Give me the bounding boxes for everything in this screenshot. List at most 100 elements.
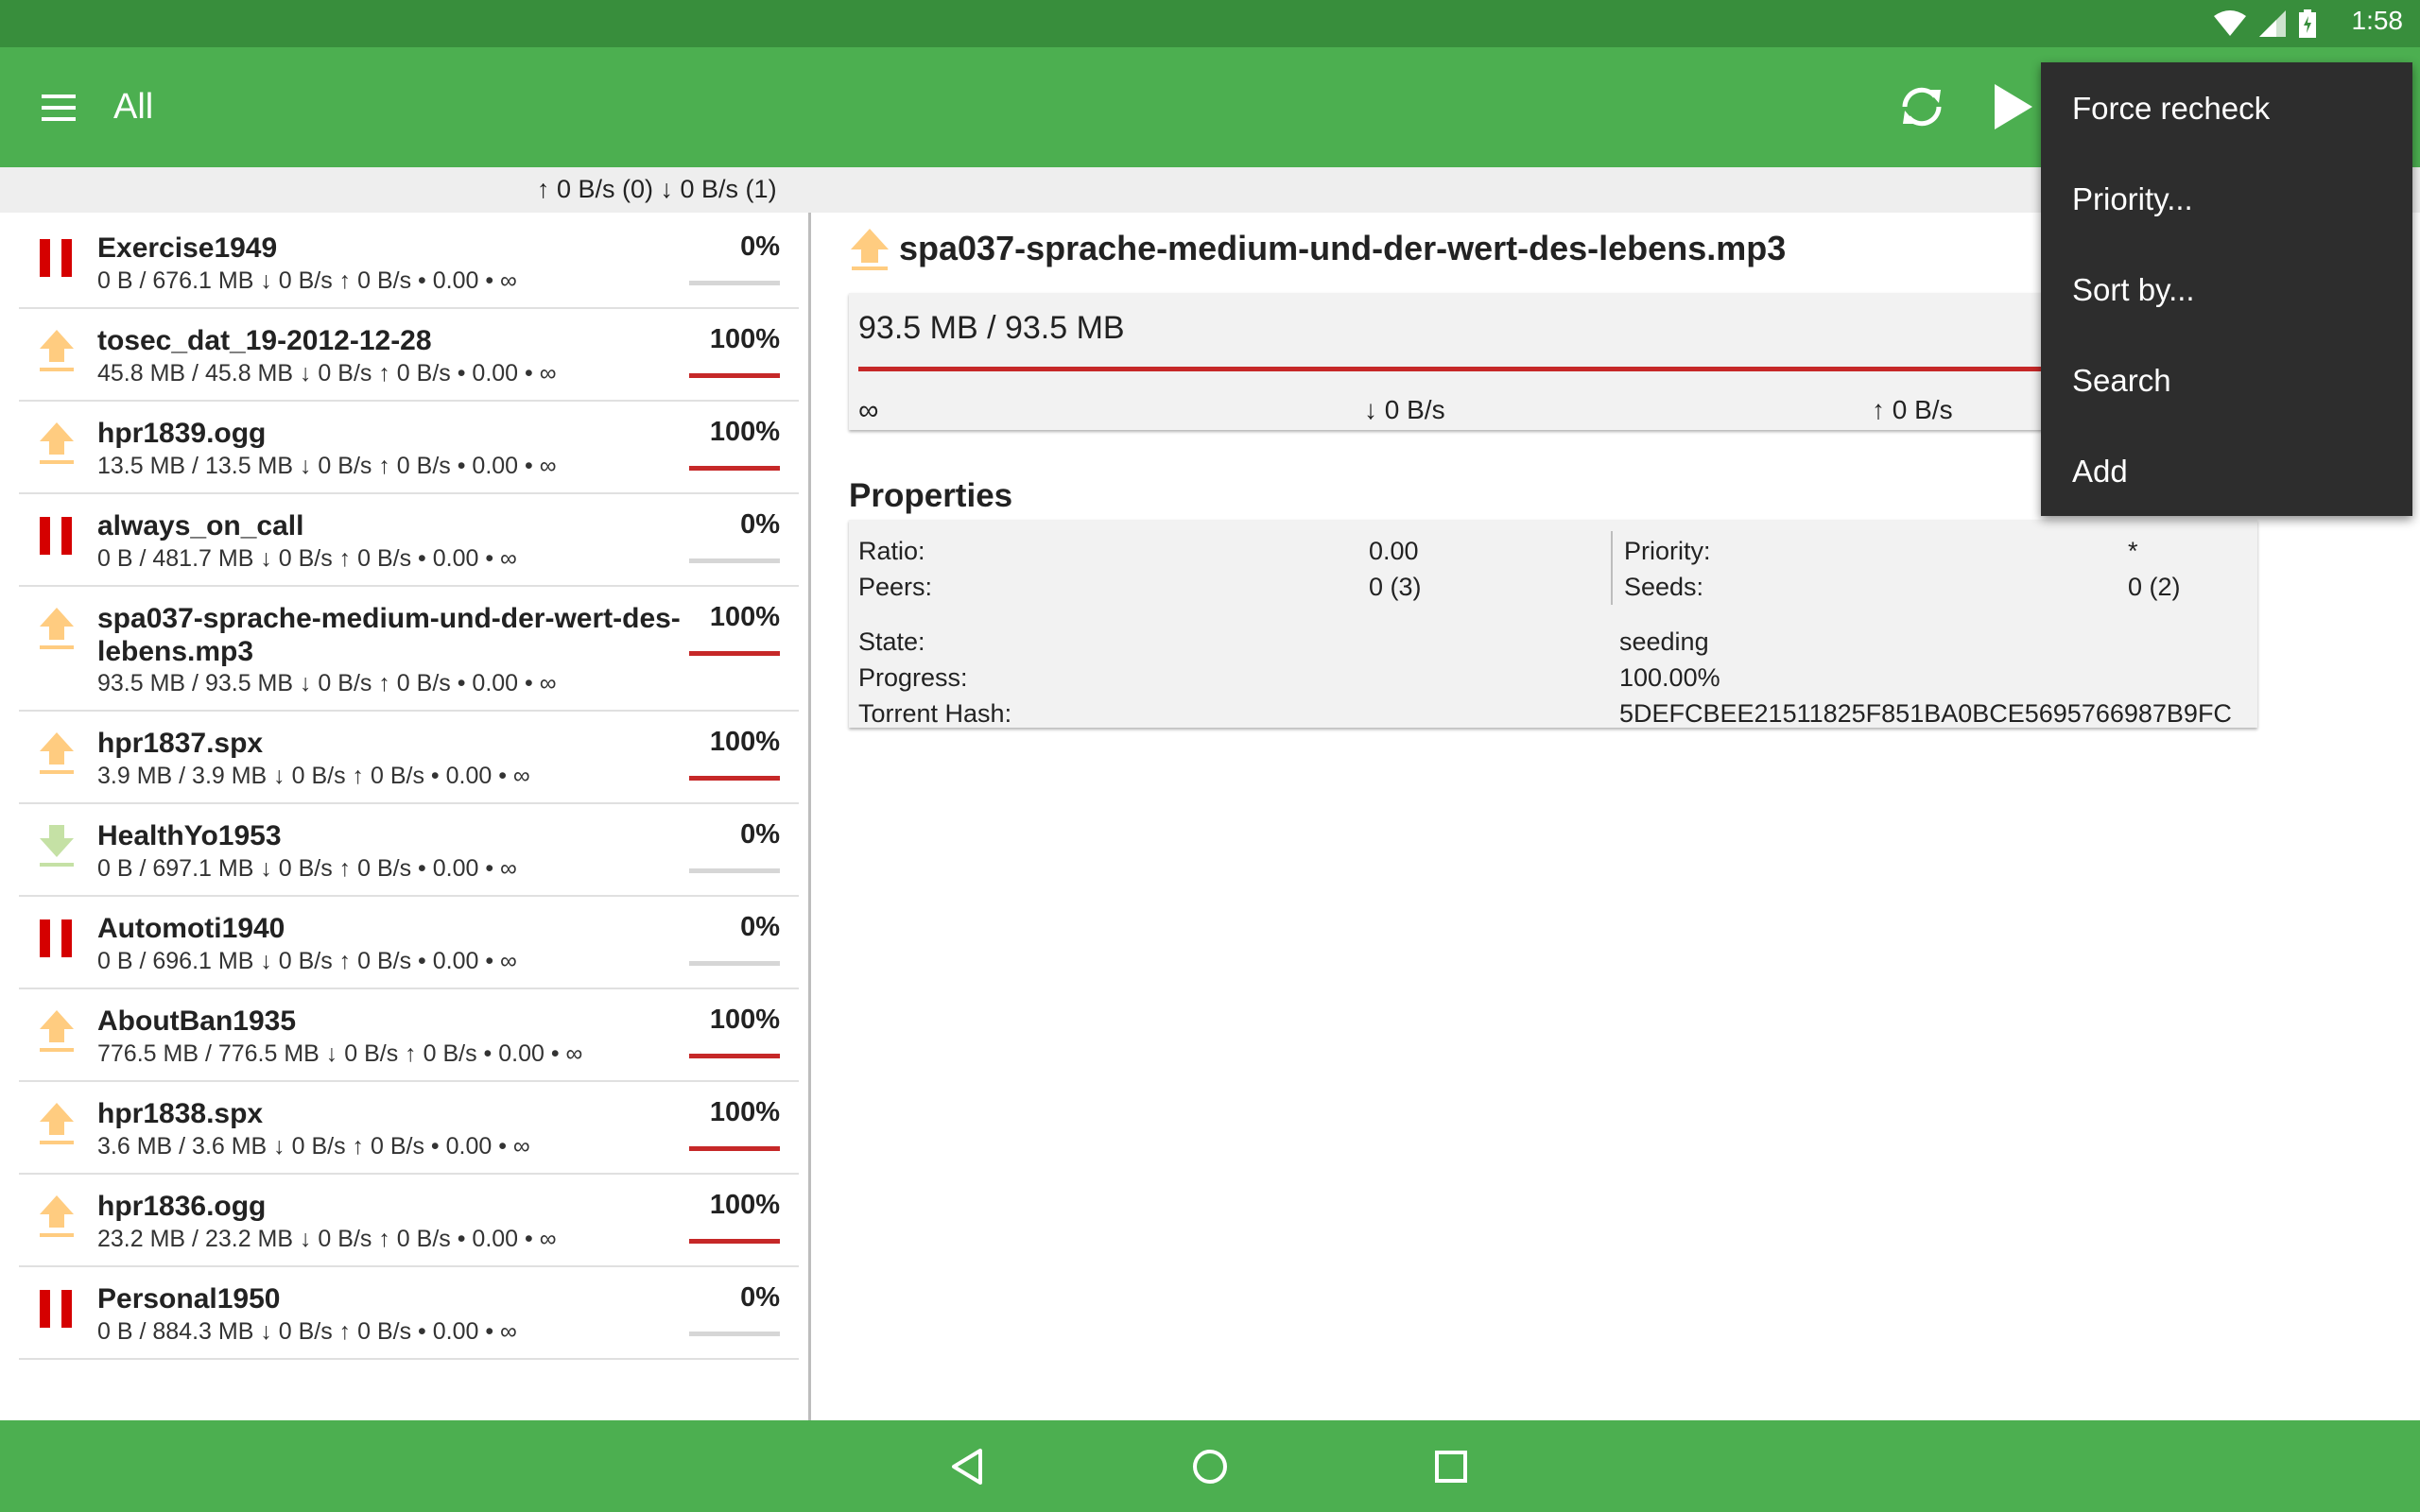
upload-arrow-icon [38,1194,76,1239]
torrent-meta: 0 B / 697.1 MB ↓ 0 B/s ↑ 0 B/s • 0.00 • … [97,855,517,882]
torrent-percent: 100% [709,1097,780,1127]
torrent-name: hpr1837.spx [97,728,264,759]
torrent-row[interactable]: hpr1838.spx 3.6 MB / 3.6 MB ↓ 0 B/s ↑ 0 B… [19,1080,799,1175]
hamburger-menu-icon[interactable] [38,85,83,130]
torrent-row[interactable]: hpr1837.spx 3.9 MB / 3.9 MB ↓ 0 B/s ↑ 0 B… [19,710,799,804]
wifi-icon [2214,10,2246,36]
torrent-meta: 13.5 MB / 13.5 MB ↓ 0 B/s ↑ 0 B/s • 0.00… [97,453,557,479]
torrent-meta: 0 B / 884.3 MB ↓ 0 B/s ↑ 0 B/s • 0.00 • … [97,1318,517,1345]
torrent-row[interactable]: AboutBan1935 776.5 MB / 776.5 MB ↓ 0 B/s … [19,988,799,1082]
menu-item-search[interactable]: Search [2072,363,2171,399]
status-bar: 1:58 [0,0,2420,47]
torrent-progress-bar [689,281,780,285]
upload-arrow-icon [38,1101,76,1146]
menu-item-sort-by[interactable]: Sort by... [2072,272,2195,308]
torrent-name: AboutBan1935 [97,1005,297,1037]
properties-divider [1611,531,1613,605]
torrent-name: Exercise1949 [97,232,278,264]
pause-icon [38,235,76,281]
torrent-percent: 0% [740,232,780,262]
torrent-progress-fill [689,1146,780,1151]
status-time: 1:58 [2351,6,2404,35]
torrent-percent: 0% [740,509,780,540]
pause-icon [38,916,76,961]
progress-label: Progress: [858,663,968,692]
torrent-row[interactable]: hpr1839.ogg 13.5 MB / 13.5 MB ↓ 0 B/s ↑ 0… [19,400,799,494]
torrent-progress-bar [689,558,780,563]
torrent-percent: 100% [709,602,780,632]
torrent-row[interactable]: Automoti1940 0 B / 696.1 MB ↓ 0 B/s ↑ 0 B… [19,895,799,989]
menu-item-add[interactable]: Add [2072,454,2128,490]
download-arrow-icon [38,823,76,868]
torrent-progress-fill [689,373,780,378]
transfer-size: 93.5 MB / 93.5 MB [858,310,1125,346]
torrent-progress-bar [689,868,780,873]
transfer-upload-speed: ↑ 0 B/s [1872,395,1953,424]
speed-summary-text: ↑ 0 B/s (0) ↓ 0 B/s (1) [537,175,777,203]
navigation-bar [0,1420,2420,1512]
torrent-progress-fill [689,651,780,656]
torrent-row[interactable]: tosec_dat_19-2012-12-28 45.8 MB / 45.8 MB… [19,307,799,402]
torrent-progress-fill [689,1054,780,1058]
torrent-progress-bar [689,373,780,378]
menu-item-force-recheck[interactable]: Force recheck [2072,91,2270,127]
ratio-value: 0.00 [1369,537,1419,565]
torrent-percent: 100% [709,324,780,354]
back-triangle-icon[interactable] [945,1443,993,1490]
peers-value: 0 (3) [1369,573,1422,601]
torrent-list: Exercise1949 0 B / 676.1 MB ↓ 0 B/s ↑ 0 B… [0,215,804,1419]
torrent-progress-bar [689,961,780,966]
torrent-progress-bar [689,776,780,781]
torrent-row[interactable]: hpr1836.ogg 23.2 MB / 23.2 MB ↓ 0 B/s ↑ 0… [19,1173,799,1267]
torrent-row[interactable]: Personal1950 0 B / 884.3 MB ↓ 0 B/s ↑ 0 B… [19,1265,799,1360]
pause-icon [38,1286,76,1332]
upload-arrow-icon [38,730,76,776]
torrent-meta: 776.5 MB / 776.5 MB ↓ 0 B/s ↑ 0 B/s • 0.… [97,1040,583,1067]
state-label: State: [858,627,925,656]
transfer-eta: ∞ [858,395,879,426]
torrent-row[interactable]: spa037-sprache-medium-und-der-wert-des-l… [19,585,799,712]
torrent-row[interactable]: HealthYo1953 0 B / 697.1 MB ↓ 0 B/s ↑ 0 B… [19,802,799,897]
torrent-progress-bar [689,1239,780,1244]
upload-arrow-icon [38,1008,76,1054]
torrent-progress-fill [689,466,780,471]
torrent-row[interactable]: Exercise1949 0 B / 676.1 MB ↓ 0 B/s ↑ 0 B… [19,215,799,309]
torrent-name: hpr1839.ogg [97,418,267,449]
state-value: seeding [1619,627,1709,656]
properties-card: Ratio: 0.00 Peers: 0 (3) Priority: * See… [849,520,2257,728]
torrent-meta: 23.2 MB / 23.2 MB ↓ 0 B/s ↑ 0 B/s • 0.00… [97,1226,557,1252]
toolbar-title: All [113,87,154,127]
torrent-meta: 3.9 MB / 3.9 MB ↓ 0 B/s ↑ 0 B/s • 0.00 •… [97,763,530,789]
peers-label: Peers: [858,573,933,601]
torrent-name: HealthYo1953 [97,820,282,851]
torrent-meta: 0 B / 676.1 MB ↓ 0 B/s ↑ 0 B/s • 0.00 • … [97,267,517,294]
priority-value: * [2128,537,2138,565]
progress-value: 100.00% [1619,663,1720,692]
properties-heading: Properties [849,477,1013,514]
torrent-name: Automoti1940 [97,913,285,944]
torrent-progress-bar [689,1146,780,1151]
torrent-meta: 45.8 MB / 45.8 MB ↓ 0 B/s ↑ 0 B/s • 0.00… [97,360,557,387]
home-circle-icon[interactable] [1186,1443,1234,1490]
torrent-progress-bar [689,651,780,656]
recents-square-icon[interactable] [1427,1443,1475,1490]
upload-arrow-icon [38,421,76,466]
torrent-progress-bar [689,466,780,471]
transfer-download-speed: ↓ 0 B/s [1364,395,1445,424]
torrent-progress-bar [689,1054,780,1058]
torrent-name: always_on_call [97,510,304,541]
torrent-progress-fill [689,1239,780,1244]
status-icons [2214,9,2316,39]
hash-value: 5DEFCBEE21511825F851BA0BCE5695766987B9FC [1619,699,2232,728]
torrent-meta: 93.5 MB / 93.5 MB ↓ 0 B/s ↑ 0 B/s • 0.00… [97,670,557,696]
menu-item-priority[interactable]: Priority... [2072,181,2193,217]
torrent-meta: 0 B / 696.1 MB ↓ 0 B/s ↑ 0 B/s • 0.00 • … [97,948,517,974]
torrent-name: spa037-sprache-medium-und-der-wert-des-l… [97,603,681,667]
torrent-percent: 100% [709,1005,780,1035]
pause-icon [38,513,76,558]
hash-label: Torrent Hash: [858,699,1012,728]
torrent-row[interactable]: always_on_call 0 B / 481.7 MB ↓ 0 B/s ↑ 0… [19,492,799,587]
torrent-percent: 0% [740,1282,780,1313]
refresh-icon[interactable] [1893,78,1950,135]
play-icon[interactable] [1985,78,2042,135]
